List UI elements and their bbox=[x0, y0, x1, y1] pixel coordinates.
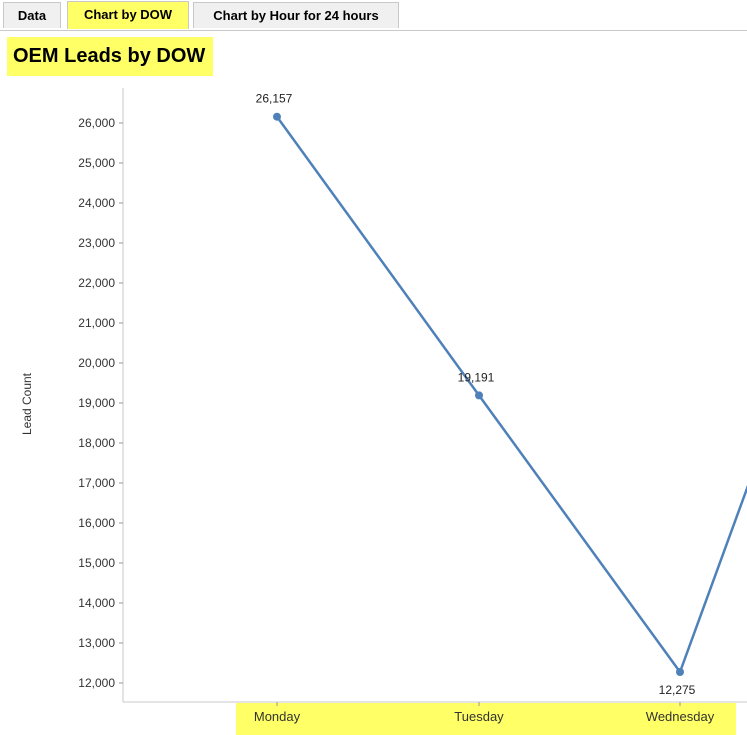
y-tick-label: 14,000 bbox=[78, 596, 115, 610]
y-tick-label: 23,000 bbox=[78, 236, 115, 250]
x-category-label: Monday bbox=[254, 709, 301, 724]
y-tick-label: 25,000 bbox=[78, 156, 115, 170]
y-tick-label: 13,000 bbox=[78, 636, 115, 650]
y-tick-label: 19,000 bbox=[78, 396, 115, 410]
y-tick-label: 20,000 bbox=[78, 356, 115, 370]
y-tick-label: 17,000 bbox=[78, 476, 115, 490]
y-tick-label: 26,000 bbox=[78, 116, 115, 130]
y-tick-label: 12,000 bbox=[78, 676, 115, 690]
series-line-group bbox=[275, 115, 747, 674]
y-axis-ticks: 12,000 13,000 14,000 15,000 16,000 17,000 18,0… bbox=[78, 116, 123, 690]
x-axis-categories: Monday Tuesday Wednesday bbox=[254, 702, 715, 724]
data-label: 26,157 bbox=[256, 92, 293, 106]
data-label: 19,191 bbox=[458, 370, 495, 384]
y-tick-label: 21,000 bbox=[78, 316, 115, 330]
y-tick-label: 24,000 bbox=[78, 196, 115, 210]
series-line bbox=[275, 115, 747, 674]
x-category-label: Tuesday bbox=[454, 709, 504, 724]
data-label: 12,275 bbox=[659, 683, 696, 697]
data-point bbox=[676, 668, 684, 676]
y-tick-label: 18,000 bbox=[78, 436, 115, 450]
y-tick-label: 16,000 bbox=[78, 516, 115, 530]
data-point bbox=[475, 391, 483, 400]
y-tick-label: 15,000 bbox=[78, 556, 115, 570]
x-category-label: Wednesday bbox=[646, 709, 715, 724]
y-tick-label: 22,000 bbox=[78, 276, 115, 290]
line-chart: 12,000 13,000 14,000 15,000 16,000 17,000 18,0… bbox=[78, 88, 747, 724]
data-point bbox=[273, 112, 281, 121]
